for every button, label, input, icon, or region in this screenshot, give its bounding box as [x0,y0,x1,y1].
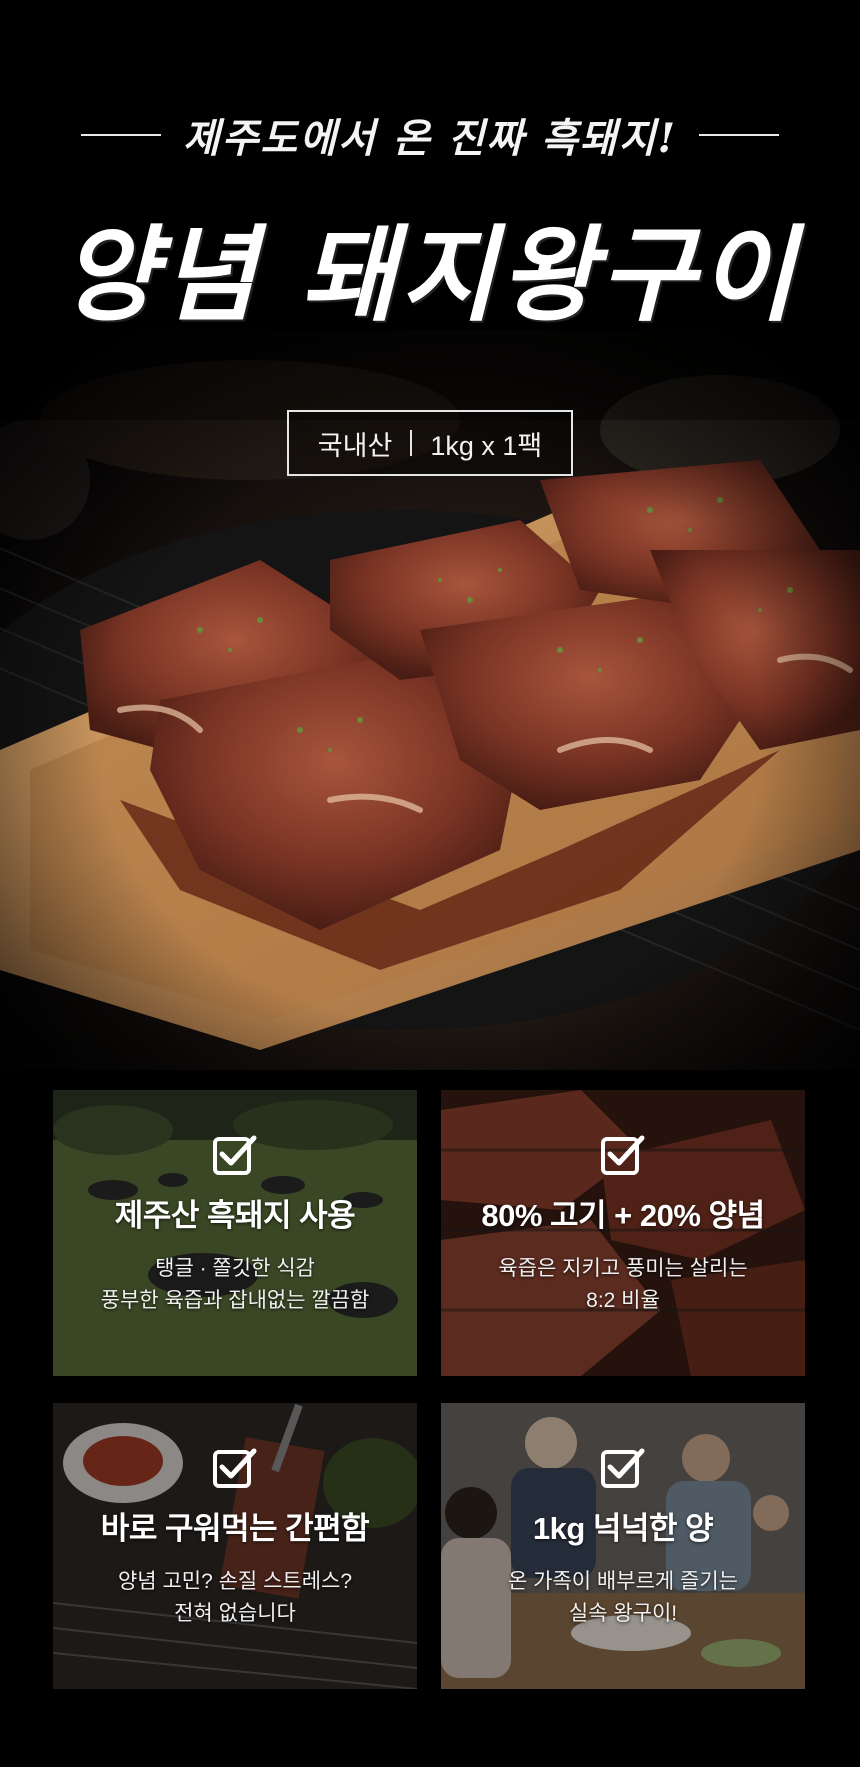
checkbox-check-icon [213,1448,257,1488]
feature-line: 실속 왕구이! [568,1602,678,1625]
feature-description: 양념 고민? 손질 스트레스? 전혀 없습니다 [53,1566,417,1630]
feature-card-jeju-pork: 제주산 흑돼지 사용 탱글 · 쫄깃한 식감 풍부한 육즙과 잡내없는 깔끔함 [53,1090,417,1376]
feature-title: 1kg 넉넉한 양 [532,1511,714,1546]
feature-line: 풍부한 육즙과 잡내없는 깔끔함 [100,1289,370,1312]
origin-divider [410,430,413,456]
feature-card-ratio: 80% 고기 + 20% 양념 육즙은 지키고 풍미는 살리는 8:2 비율 [441,1090,805,1376]
left-rule [80,134,161,136]
product-title: 양념 돼지왕구이 [61,213,799,336]
feature-title: 바로 구워먹는 간편함 [100,1511,370,1546]
right-rule [699,134,780,136]
feature-title: 제주산 흑돼지 사용 [114,1198,356,1233]
subtitle: 제주도에서 온 진짜 흑돼지! [182,115,678,162]
feature-description: 탱글 · 쫄깃한 식감 풍부한 육즙과 잡내없는 깔끔함 [53,1253,417,1317]
product-detail-page: 제주도에서 온 진짜 흑돼지! 양념 돼지왕구이 국내산 1kg x 1팩 제주… [0,0,860,1767]
subtitle-row: 제주도에서 온 진짜 흑돼지! [0,110,860,162]
feature-description: 온 가족이 배부르게 즐기는 실속 왕구이! [441,1566,805,1630]
feature-title: 80% 고기 + 20% 양념 [481,1198,765,1233]
origin-country: 국내산 [317,430,393,461]
origin-badge: 국내산 1kg x 1팩 [287,410,573,476]
feature-line: 육즙은 지키고 풍미는 살리는 [498,1257,748,1280]
feature-line: 탱글 · 쫄깃한 식감 [155,1257,315,1280]
checkbox-check-icon [601,1448,645,1488]
feature-description: 육즙은 지키고 풍미는 살리는 8:2 비율 [441,1253,805,1317]
hero-image: 국내산 1kg x 1팩 [0,330,860,1070]
checkbox-check-icon [213,1135,257,1175]
feature-line: 전혀 없습니다 [174,1602,296,1625]
origin-package: 1kg x 1팩 [430,430,543,461]
feature-card-convenience: 바로 구워먹는 간편함 양념 고민? 손질 스트레스? 전혀 없습니다 [53,1403,417,1689]
feature-line: 8:2 비율 [586,1289,660,1312]
checkbox-check-icon [601,1135,645,1175]
feature-card-portion: 1kg 넉넉한 양 온 가족이 배부르게 즐기는 실속 왕구이! [441,1403,805,1689]
feature-line: 양념 고민? 손질 스트레스? [117,1570,353,1593]
feature-line: 온 가족이 배부르게 즐기는 [507,1570,739,1593]
